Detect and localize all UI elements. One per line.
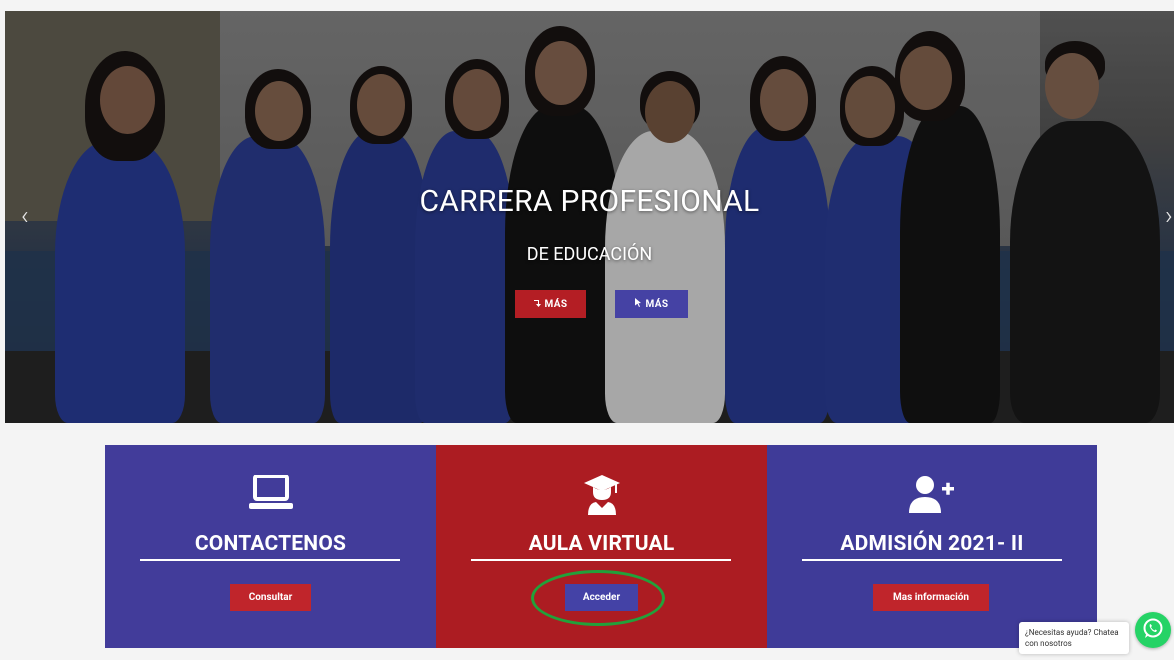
page: ‹ › CARRERA PROFESIONAL DE EDUCACIÓN MÁS… [0,0,1174,660]
chat-help-bubble[interactable]: ¿Necesitas ayuda? Chatea con nosotros [1019,622,1129,654]
feature-cards: CONTACTENOS Consultar AULA VIRTUAL Acced… [105,445,1097,648]
mas-informacion-button[interactable]: Mas información [873,584,989,611]
hero-title: CARRERA PROFESIONAL [419,184,760,219]
card-title-contactenos: CONTACTENOS [194,532,347,556]
acceder-button[interactable]: Acceder [565,584,638,611]
card-contactenos: CONTACTENOS Consultar [105,445,436,648]
hero-subtitle: DE EDUCACIÓN [526,244,653,265]
arrow-down-icon [533,299,541,310]
chat-help-line1: ¿Necesitas ayuda? Chatea [1025,628,1119,637]
card-divider [471,559,731,561]
whatsapp-icon [1142,617,1164,643]
whatsapp-button[interactable] [1135,612,1171,648]
hero-slider: ‹ › CARRERA PROFESIONAL DE EDUCACIÓN MÁS… [5,11,1174,423]
consultar-button[interactable]: Consultar [230,584,311,611]
card-aula-virtual: AULA VIRTUAL Acceder [436,445,767,648]
chat-help-line2: con nosotros [1025,639,1072,648]
hero-more-button-red[interactable]: MÁS [515,290,586,318]
hero-more-label-blue: MÁS [645,298,669,310]
add-user-icon [767,475,1097,513]
card-divider [802,559,1062,561]
cursor-icon [634,298,642,310]
graduate-icon [436,475,767,515]
card-title-aula-virtual: AULA VIRTUAL [528,532,675,556]
card-admision: ADMISIÓN 2021- II Mas información [767,445,1097,648]
hero-more-button-blue[interactable]: MÁS [615,290,688,318]
laptop-icon [105,475,436,511]
card-title-admision: ADMISIÓN 2021- II [840,532,1024,556]
card-divider [140,559,400,561]
hero-more-label-red: MÁS [544,298,568,310]
